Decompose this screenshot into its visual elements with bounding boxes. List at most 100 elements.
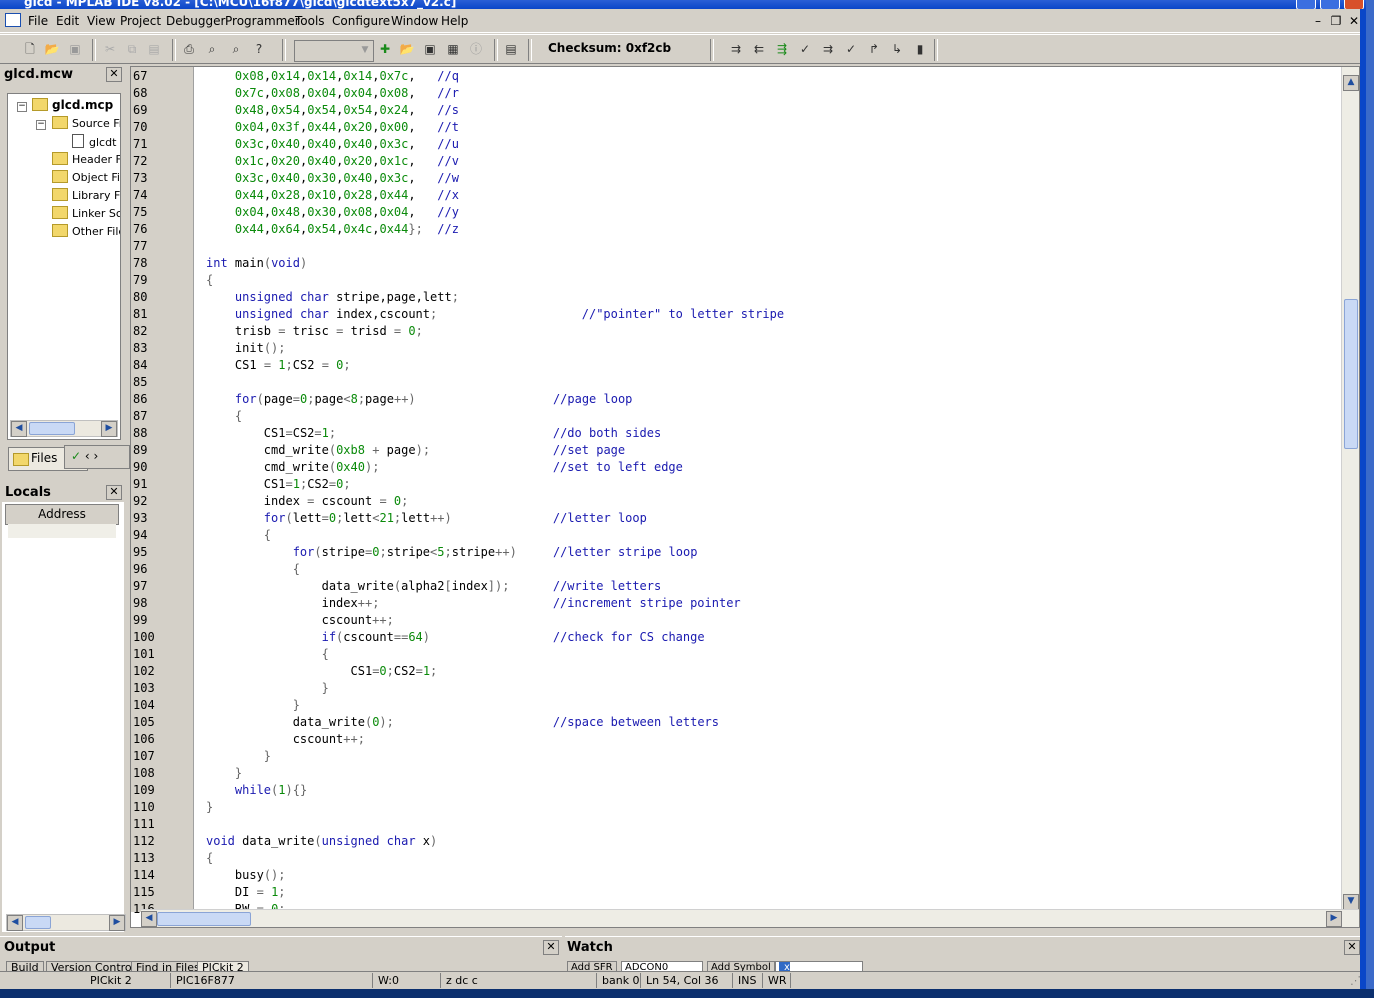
code-line[interactable]: unsigned char index,cscount; //"pointer"… <box>206 307 784 321</box>
close-icon[interactable]: ✕ <box>106 485 122 500</box>
mdi-restore-icon[interactable]: ❐ <box>1328 14 1344 28</box>
menu-view[interactable]: View <box>87 14 115 28</box>
tree-item-other-files[interactable]: Other File <box>52 224 120 238</box>
code-line[interactable]: 0x1c,0x20,0x40,0x20,0x1c, //v <box>206 154 459 168</box>
code-line[interactable]: cmd_write(0x40); //set to left edge <box>206 460 683 474</box>
scroll-right-icon[interactable]: ▶ <box>101 421 117 437</box>
blank-check-icon[interactable]: ⇉ <box>820 41 836 57</box>
scroll-right-icon[interactable]: ▶ <box>1326 911 1342 927</box>
scroll-left-icon[interactable]: ◀ <box>11 421 27 437</box>
code-line[interactable]: CS1 = 1;CS2 = 0; <box>206 358 351 372</box>
code-line[interactable]: DI = 1; <box>206 885 286 899</box>
menu-window[interactable]: Window <box>391 14 438 28</box>
code-line[interactable]: CS1=0;CS2=1; <box>206 664 438 678</box>
code-line[interactable]: 0x3c,0x40,0x30,0x40,0x3c, //w <box>206 171 459 185</box>
code-line[interactable]: data_write(alpha2[index]); //write lette… <box>206 579 662 593</box>
code-line[interactable]: CS1=1;CS2=0; <box>206 477 351 491</box>
code-line[interactable]: int main(void) <box>206 256 307 270</box>
code-line[interactable]: while(1){} <box>206 783 307 797</box>
menu-help[interactable]: Help <box>441 14 468 28</box>
code-line[interactable]: 0x08,0x14,0x14,0x14,0x7c, //q <box>206 69 459 83</box>
scroll-down-icon[interactable]: ▼ <box>1343 894 1359 910</box>
paste-icon[interactable]: ▤ <box>146 41 162 57</box>
code-line[interactable]: } <box>206 749 271 763</box>
tree-item-source-files[interactable]: Source Fi <box>52 116 120 130</box>
scroll-left-icon[interactable]: ◀ <box>141 911 157 927</box>
code-line[interactable]: for(lett=0;lett<21;lett++) //letter loop <box>206 511 647 525</box>
collapse-icon[interactable]: − <box>17 102 27 112</box>
tree-item-library-files[interactable]: Library Fi <box>52 188 120 202</box>
scroll-up-icon[interactable]: ▲ <box>1343 75 1359 91</box>
memory-icon[interactable]: ▤ <box>503 41 519 57</box>
code-line[interactable]: { <box>206 851 213 865</box>
tree-item-source-file[interactable]: glcdt <box>72 134 116 149</box>
program-device-icon[interactable]: ⇉ <box>728 41 744 57</box>
mdi-minimize-icon[interactable]: – <box>1310 14 1326 28</box>
close-button[interactable] <box>1344 0 1364 9</box>
read-device-icon[interactable]: ⇇ <box>751 41 767 57</box>
menu-programmer[interactable]: Programmer <box>225 14 300 28</box>
verify-blank-icon[interactable]: ✓ <box>843 41 859 57</box>
maximize-button[interactable] <box>1320 0 1340 9</box>
save-icon[interactable]: ▣ <box>67 41 83 57</box>
collapse-icon[interactable]: − <box>36 120 46 130</box>
code-line[interactable]: 0x7c,0x08,0x04,0x04,0x08, //r <box>206 86 459 100</box>
code-line[interactable]: 0x04,0x3f,0x44,0x20,0x00, //t <box>206 120 459 134</box>
code-line[interactable]: cscount++; <box>206 613 394 627</box>
verify-device-icon[interactable]: ⇶ <box>774 41 790 57</box>
copy-icon[interactable]: ⧉ <box>124 41 140 57</box>
code-line[interactable]: { <box>206 562 300 576</box>
tree-item-linker-scripts[interactable]: Linker Sc <box>52 206 120 220</box>
editor-vscrollbar[interactable]: ▲ ▼ <box>1341 67 1359 912</box>
erase-device-icon[interactable]: ✓ <box>797 41 813 57</box>
build-all-icon[interactable]: ▦ <box>445 41 461 57</box>
info-icon[interactable]: ⓘ <box>468 41 484 57</box>
code-line[interactable]: data_write(0); //space between letters <box>206 715 719 729</box>
code-line[interactable]: { <box>206 273 213 287</box>
menu-configure[interactable]: Configure <box>332 14 390 28</box>
code-line[interactable]: index++; //increment stripe pointer <box>206 596 741 610</box>
code-line[interactable]: trisb = trisc = trisd = 0; <box>206 324 423 338</box>
scroll-left-icon[interactable]: ◀ <box>7 915 23 931</box>
menu-edit[interactable]: Edit <box>56 14 79 28</box>
code-line[interactable]: 0x48,0x54,0x54,0x54,0x24, //s <box>206 103 459 117</box>
code-line[interactable]: void data_write(unsigned char x) <box>206 834 437 848</box>
code-line[interactable]: if(cscount==64) //check for CS change <box>206 630 705 644</box>
column-header-address[interactable]: Address <box>5 504 119 525</box>
new-file-icon[interactable]: 🗋 <box>22 41 38 57</box>
new-project-icon[interactable]: ✚ <box>377 41 393 57</box>
tab-symbols[interactable]: ✓ ‹ › <box>64 445 130 469</box>
tree-item-header-files[interactable]: Header F <box>52 152 120 166</box>
code-line[interactable]: } <box>206 698 300 712</box>
code-line[interactable]: } <box>206 766 242 780</box>
close-icon[interactable]: ✕ <box>543 940 559 955</box>
code-line[interactable]: { <box>206 528 271 542</box>
tree-hscrollbar[interactable]: ◀ ▶ <box>10 420 118 437</box>
editor-hscrollbar[interactable]: ◀ ▶ <box>141 909 1359 927</box>
code-line[interactable]: cscount++; <box>206 732 365 746</box>
close-icon[interactable]: ✕ <box>106 67 122 82</box>
code-editor[interactable]: 67 68 69 70 71 72 73 74 75 76 77 78 79 80 81 82 83 84 85 86… <box>130 66 1360 928</box>
code-line[interactable]: } <box>206 800 213 814</box>
code-line[interactable]: cmd_write(0xb8 + page); //set page <box>206 443 625 457</box>
document-icon[interactable] <box>5 13 21 27</box>
hold-reset-icon[interactable]: ↳ <box>889 41 905 57</box>
code-line[interactable]: unsigned char stripe,page,lett; <box>206 290 459 304</box>
code-line[interactable]: for(stripe=0;stripe<5;stripe++) //letter… <box>206 545 698 559</box>
save-workspace-icon[interactable]: ▣ <box>422 41 438 57</box>
find-in-files-icon[interactable]: ⌕ <box>228 41 244 57</box>
open-project-icon[interactable]: 📂 <box>399 41 415 57</box>
code-line[interactable]: { <box>206 647 329 661</box>
tree-item-project[interactable]: glcd.mcp <box>32 98 113 112</box>
code-line[interactable]: init(); <box>206 341 286 355</box>
menu-tools[interactable]: Tools <box>295 14 325 28</box>
open-file-icon[interactable]: 📂 <box>44 41 60 57</box>
code-line[interactable]: index = cscount = 0; <box>206 494 409 508</box>
code-line[interactable]: CS1=CS2=1; //do both sides <box>206 426 661 440</box>
print-icon[interactable]: ⎙ <box>181 41 197 57</box>
code-line[interactable]: 0x44,0x28,0x10,0x28,0x44, //x <box>206 188 459 202</box>
release-reset-icon[interactable]: ↱ <box>866 41 882 57</box>
code-line[interactable]: busy(); <box>206 868 286 882</box>
minimize-button[interactable] <box>1296 0 1316 9</box>
find-icon[interactable]: ⌕ <box>204 41 220 57</box>
